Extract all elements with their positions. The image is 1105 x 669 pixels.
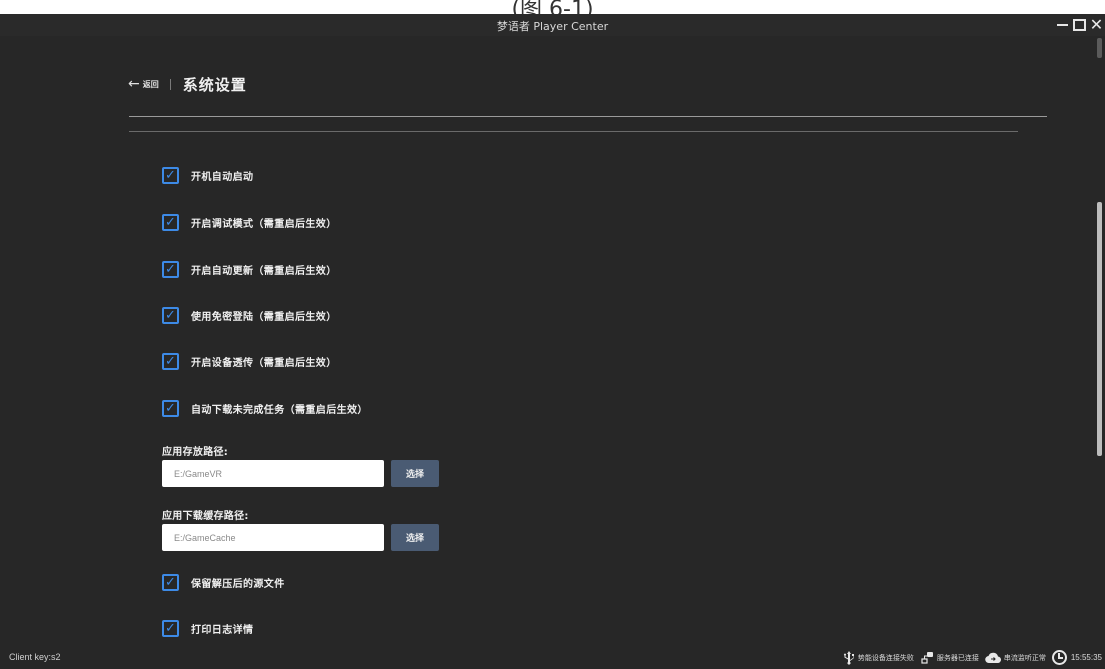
back-button[interactable]: 返回	[143, 79, 159, 90]
checkbox-checked-icon[interactable]: ✓	[162, 260, 179, 278]
usb-icon	[843, 650, 855, 665]
setting-device-passthrough[interactable]: ✓ 开启设备透传（需重启后生效）	[162, 351, 337, 371]
status-indicators: 势能设备连接失败 服务器已连接 串流监听正常 15:55:35	[843, 646, 1102, 669]
stream-status-text: 串流监听正常	[1003, 653, 1046, 662]
app-window: 梦语者 Player Center ✕ ← 返回 系统设置 ✓ 开机自动启动 ✓…	[0, 14, 1105, 669]
figure-caption-text: (图 6-1)	[511, 0, 594, 14]
client-key-text: Client key:s2	[9, 652, 61, 662]
cache-path-input[interactable]: E:/GameCache	[162, 524, 384, 551]
checkbox-checked-icon[interactable]: ✓	[162, 619, 179, 637]
clock-icon	[1051, 650, 1067, 665]
setting-auto-start[interactable]: ✓ 开机自动启动	[162, 165, 253, 185]
setting-label: 开启自动更新（需重启后生效）	[191, 265, 337, 277]
server-icon	[920, 651, 934, 665]
checkbox-checked-icon[interactable]: ✓	[162, 573, 179, 591]
app-path-input[interactable]: E:/GameVR	[162, 460, 384, 487]
app-path-choose-button[interactable]: 选择	[391, 460, 439, 487]
settings-panel: ✓ 开机自动启动 ✓ 开启调试模式（需重启后生效） ✓ 开启自动更新（需重启后生…	[162, 14, 1022, 646]
setting-label: 自动下载未完成任务（需重启后生效）	[191, 404, 368, 416]
back-arrow-icon[interactable]: ←	[128, 76, 140, 92]
device-status-text: 势能设备连接失败	[857, 653, 914, 662]
setting-password-free-login[interactable]: ✓ 使用免密登陆（需重启后生效）	[162, 305, 337, 325]
setting-label: 使用免密登陆（需重启后生效）	[191, 311, 337, 323]
minimize-button[interactable]	[1054, 14, 1071, 36]
server-status-text: 服务器已连接	[936, 653, 979, 662]
setting-auto-update[interactable]: ✓ 开启自动更新（需重启后生效）	[162, 259, 337, 279]
cache-path-choose-button[interactable]: 选择	[391, 524, 439, 551]
scrollbar-thumb[interactable]	[1097, 202, 1102, 456]
maximize-button[interactable]	[1071, 14, 1088, 36]
setting-label: 开启设备透传（需重启后生效）	[191, 357, 337, 369]
checkbox-checked-icon[interactable]: ✓	[162, 399, 179, 417]
cloud-sync-icon	[985, 652, 1001, 664]
setting-verbose-log[interactable]: ✓ 打印日志详情	[162, 618, 253, 638]
scrollbar-track-top	[1097, 38, 1102, 58]
app-path-label: 应用存放路径:	[162, 447, 229, 458]
figure-caption: (图 6-1)	[0, 0, 1105, 14]
checkbox-checked-icon[interactable]: ✓	[162, 166, 179, 184]
setting-debug-mode[interactable]: ✓ 开启调试模式（需重启后生效）	[162, 212, 337, 232]
close-button[interactable]: ✕	[1088, 14, 1105, 36]
setting-label: 打印日志详情	[191, 624, 254, 636]
setting-label: 开机自动启动	[191, 171, 254, 183]
cache-path-setting: 应用下载缓存路径: E:/GameCache 选择	[162, 507, 439, 551]
checkbox-checked-icon[interactable]: ✓	[162, 352, 179, 370]
window-controls: ✕	[1054, 14, 1105, 36]
checkbox-checked-icon[interactable]: ✓	[162, 213, 179, 231]
setting-auto-download[interactable]: ✓ 自动下载未完成任务（需重启后生效）	[162, 398, 368, 418]
setting-label: 保留解压后的源文件	[191, 578, 285, 590]
clock-time: 15:55:35	[1070, 653, 1102, 662]
setting-label: 开启调试模式（需重启后生效）	[191, 218, 337, 230]
checkbox-checked-icon[interactable]: ✓	[162, 306, 179, 324]
cache-path-label: 应用下载缓存路径:	[162, 511, 249, 522]
app-path-setting: 应用存放路径: E:/GameVR 选择	[162, 443, 439, 487]
status-bar: Client key:s2 势能设备连接失败 服务器已连接 串流监听正常 15:…	[0, 646, 1105, 669]
setting-keep-source-files[interactable]: ✓ 保留解压后的源文件	[162, 572, 285, 592]
